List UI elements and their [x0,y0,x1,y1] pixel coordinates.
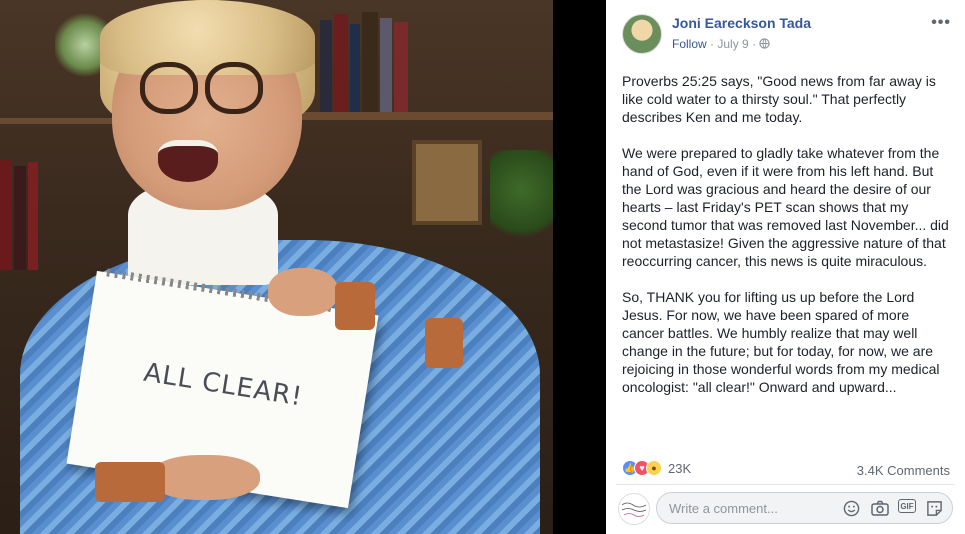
post-body: Proverbs 25:25 says, "Good news from far… [622,72,952,414]
plant [490,150,553,250]
more-options-button[interactable]: ••• [931,14,951,32]
post-date[interactable]: July 9 [717,37,748,51]
bookshelf-top [300,112,553,120]
post-paragraph: We were prepared to gladly take whatever… [622,145,949,269]
globe-icon [759,37,771,51]
right-hand [150,455,260,500]
picture-frame [412,140,482,225]
books [320,10,440,112]
post-photo[interactable]: ALL CLEAR! [0,0,553,534]
glasses-left [140,62,198,114]
meta-separator-2: · [752,37,757,51]
meta-separator: · [710,37,715,51]
smile [158,140,218,182]
post-panel: Joni Eareckson Tada Follow · July 9 · ••… [606,0,965,534]
gif-icon[interactable]: GIF [898,499,916,513]
reactions-summary[interactable]: 👍 ♥ ● 23K [622,460,691,476]
glasses-right [205,62,263,114]
sticker-icon[interactable] [925,499,944,517]
bookshelf-left [0,118,120,124]
comment-box: GIF [656,492,953,524]
emoji-icon[interactable] [842,499,861,517]
post-meta: Follow · July 9 · [672,37,771,51]
right-wrist-brace [95,462,165,502]
books-left [0,160,40,270]
post-paragraph: So, THANK you for lifting us up before t… [622,289,940,395]
reaction-count[interactable]: 23K [668,461,691,476]
comment-tools: GIF [842,499,944,517]
author-avatar[interactable] [622,14,662,54]
hair-bangs [100,0,315,75]
commenter-avatar[interactable] [618,493,650,525]
left-hand [268,268,338,316]
camera-icon[interactable] [870,499,889,517]
wow-icon: ● [646,460,662,476]
comments-count[interactable]: 3.4K Comments [857,463,950,478]
wrist-brace [335,282,375,330]
arm-brace [425,318,463,368]
author-name[interactable]: Joni Eareckson Tada [672,15,811,31]
divider [616,484,955,485]
comment-input[interactable] [669,493,839,523]
follow-link[interactable]: Follow [672,37,707,51]
notepad-text: ALL CLEAR! [141,357,305,413]
post-paragraph: Proverbs 25:25 says, "Good news from far… [622,73,936,125]
